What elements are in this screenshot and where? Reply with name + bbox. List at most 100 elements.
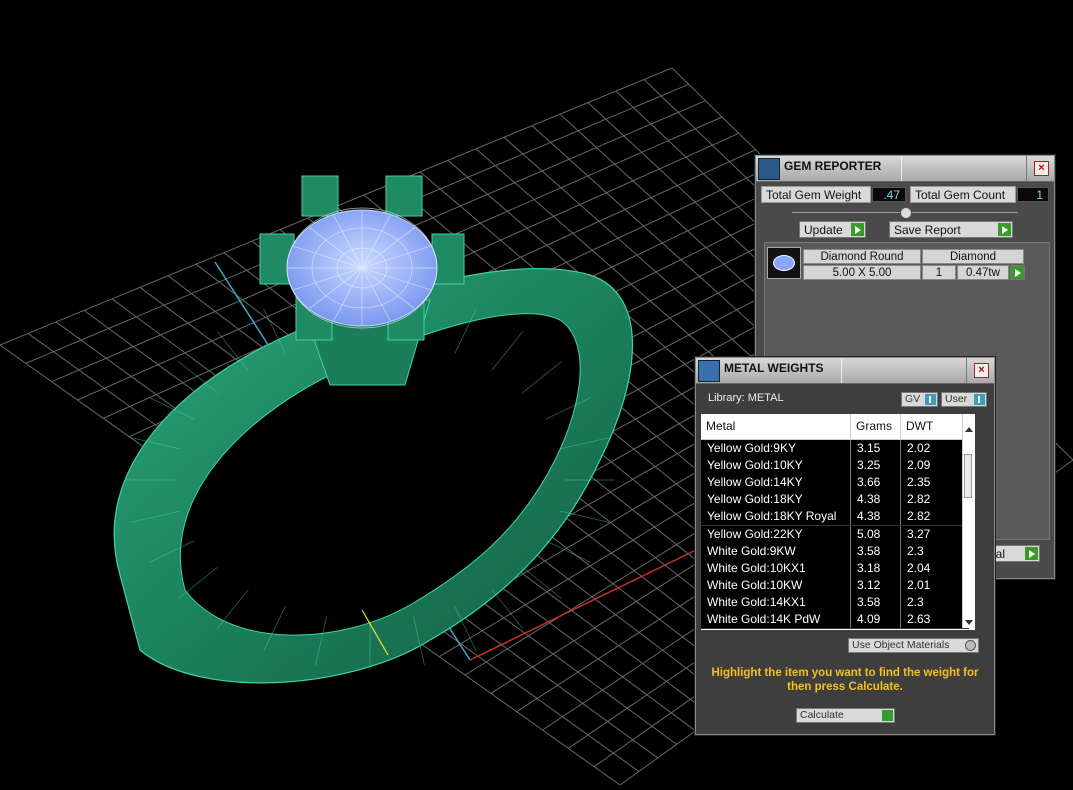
table-row[interactable]: Yellow Gold:14KY 3.66 2.35 <box>701 474 969 493</box>
update-button-label: Update <box>804 223 843 237</box>
play-arrow-icon <box>1025 547 1038 560</box>
cell-metal: Yellow Gold:22KY <box>701 525 851 543</box>
table-row[interactable]: Yellow Gold:22KY 5.08 3.27 <box>701 525 969 544</box>
table-row[interactable]: White Gold:14KX1 3.58 2.3 <box>701 593 969 612</box>
cell-metal: White Gold:9KW <box>701 542 851 560</box>
metal-table-header: Metal Grams DWT <box>701 414 963 440</box>
gem-weight: 0.47tw <box>957 265 1009 280</box>
play-arrow-icon <box>998 223 1011 236</box>
metal-weights-app-icon <box>698 360 720 382</box>
table-row[interactable]: Yellow Gold:10KY 3.25 2.09 <box>701 457 969 476</box>
play-arrow-icon <box>882 710 893 721</box>
metal-weights-panel: METAL WEIGHTS × Library: METAL GV User M… <box>695 357 995 735</box>
cell-grams: 4.09 <box>851 611 901 628</box>
gem-reporter-title: GEM REPORTER <box>784 159 882 173</box>
cell-metal: Yellow Gold:10KY <box>701 457 851 475</box>
cell-dwt: 2.01 <box>901 576 963 594</box>
cell-dwt: 2.82 <box>901 508 963 526</box>
cell-metal: White Gold:14K PdW <box>701 611 851 628</box>
cell-grams: 3.58 <box>851 542 901 560</box>
save-report-button[interactable]: Save Report <box>889 221 1013 238</box>
close-icon[interactable]: × <box>974 363 989 378</box>
play-arrow-icon <box>1011 266 1024 279</box>
scroll-up-icon[interactable] <box>965 427 973 432</box>
cell-dwt: 2.3 <box>901 593 963 611</box>
cell-dwt: 2.09 <box>901 457 963 475</box>
round-gem-thumbnail-icon <box>767 247 801 279</box>
cell-metal: White Gold:10KX1 <box>701 559 851 577</box>
cell-grams: 3.66 <box>851 474 901 492</box>
titlebar-tab <box>901 156 1027 181</box>
cell-metal: Yellow Gold:18KY <box>701 491 851 509</box>
cell-grams: 3.25 <box>851 457 901 475</box>
table-row[interactable]: White Gold:10KX1 3.18 2.04 <box>701 559 969 578</box>
use-object-materials-label: Use Object Materials <box>852 639 950 651</box>
cell-grams: 3.12 <box>851 576 901 594</box>
calculate-button[interactable]: Calculate <box>796 708 895 723</box>
diamond-gem <box>286 207 438 329</box>
total-gem-weight-value: .47 <box>872 187 906 202</box>
scroll-down-icon[interactable] <box>965 620 973 625</box>
column-header-grams[interactable]: Grams <box>851 414 901 439</box>
toggle-indicator-icon <box>974 394 985 405</box>
table-row[interactable]: Yellow Gold:18KY Royal 4.38 2.82 <box>701 508 969 527</box>
gem-size: 5.00 X 5.00 <box>803 265 921 280</box>
metal-table[interactable]: Metal Grams DWT Yellow Gold:9KY 3.15 2.02 Y… <box>701 414 975 630</box>
user-toggle-label: User <box>945 393 968 405</box>
save-report-button-label: Save Report <box>894 223 961 237</box>
cell-dwt: 2.02 <box>901 440 963 457</box>
cell-grams: 3.18 <box>851 559 901 577</box>
update-button[interactable]: Update <box>799 221 866 238</box>
cell-dwt: 2.3 <box>901 542 963 560</box>
cell-grams: 3.58 <box>851 593 901 611</box>
cell-dwt: 2.63 <box>901 611 963 628</box>
metal-table-scrollbar[interactable] <box>962 424 974 628</box>
cell-dwt: 2.04 <box>901 559 963 577</box>
metal-weights-title: METAL WEIGHTS <box>724 361 824 375</box>
cell-dwt: 2.35 <box>901 474 963 492</box>
instruction-hint: Highlight the item you want to find the … <box>711 667 979 693</box>
radio-circle-icon <box>965 640 976 651</box>
cell-metal: Yellow Gold:9KY <box>701 440 851 457</box>
table-row[interactable]: White Gold:14K PdW 4.09 2.63 <box>701 611 969 629</box>
cell-dwt: 2.82 <box>901 491 963 509</box>
gv-toggle[interactable]: GV <box>901 392 938 407</box>
gem-count: 1 <box>922 265 956 280</box>
cell-grams: 3.15 <box>851 440 901 457</box>
cell-metal: White Gold:14KX1 <box>701 593 851 611</box>
scrollbar-thumb[interactable] <box>964 454 972 498</box>
cell-grams: 4.38 <box>851 491 901 509</box>
cell-metal: Yellow Gold:18KY Royal <box>701 508 851 526</box>
user-toggle[interactable]: User <box>941 392 987 407</box>
table-row[interactable]: White Gold:10KW 3.12 2.01 <box>701 576 969 595</box>
gem-detail-button[interactable] <box>1010 265 1025 280</box>
gem-shape: Diamond Round <box>803 249 921 264</box>
column-header-dwt[interactable]: DWT <box>901 414 963 439</box>
play-arrow-icon <box>851 223 864 236</box>
cell-grams: 4.38 <box>851 508 901 526</box>
titlebar-tab <box>841 358 967 383</box>
cell-grams: 5.08 <box>851 525 901 543</box>
metal-weights-titlebar[interactable]: METAL WEIGHTS × <box>696 358 994 384</box>
calculate-button-label: Calculate <box>800 709 844 721</box>
slider-knob-icon[interactable] <box>900 207 912 219</box>
gem-list-item[interactable]: Diamond Round Diamond 5.00 X 5.00 1 0.47… <box>765 243 1035 280</box>
table-row[interactable]: Yellow Gold:9KY 3.15 2.02 <box>701 440 969 458</box>
total-gem-weight-label: Total Gem Weight <box>761 186 871 203</box>
gv-toggle-label: GV <box>905 393 921 405</box>
close-icon[interactable]: × <box>1034 161 1049 176</box>
table-row[interactable]: White Gold:9KW 3.58 2.3 <box>701 542 969 561</box>
total-gem-count-label: Total Gem Count <box>910 186 1016 203</box>
toggle-indicator-icon <box>925 394 936 405</box>
total-gem-count-value: 1 <box>1017 187 1049 202</box>
gem-reporter-titlebar[interactable]: GEM REPORTER × <box>756 156 1054 182</box>
cell-metal: White Gold:10KW <box>701 576 851 594</box>
library-label: Library: METAL <box>708 392 784 404</box>
cell-dwt: 3.27 <box>901 525 963 543</box>
use-object-materials-toggle[interactable]: Use Object Materials <box>848 638 979 653</box>
cell-metal: Yellow Gold:14KY <box>701 474 851 492</box>
gem-type: Diamond <box>922 249 1024 264</box>
column-header-metal[interactable]: Metal <box>701 414 851 439</box>
table-row[interactable]: Yellow Gold:18KY 4.38 2.82 <box>701 491 969 510</box>
gem-reporter-app-icon <box>758 158 780 180</box>
